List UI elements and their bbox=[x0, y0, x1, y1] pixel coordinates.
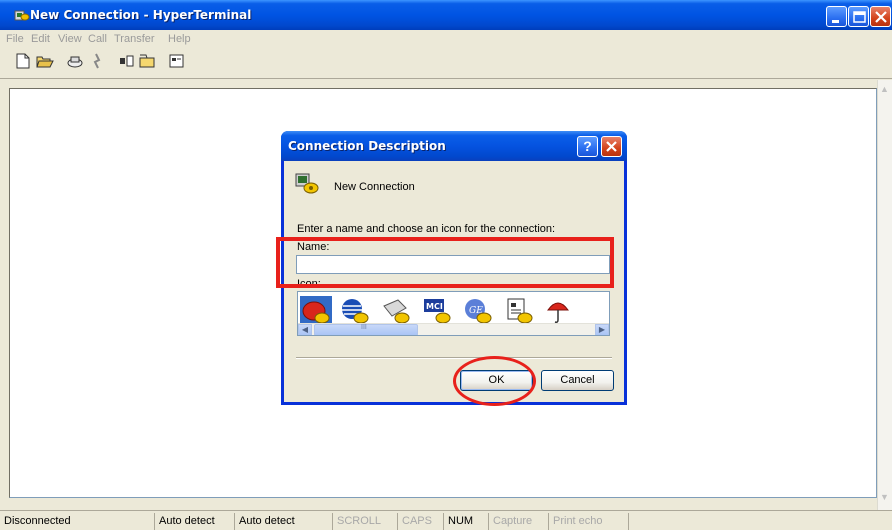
minimize-button[interactable] bbox=[826, 6, 847, 27]
window-title: New Connection - HyperTerminal bbox=[30, 8, 252, 22]
title-bar: New Connection - HyperTerminal bbox=[0, 0, 892, 30]
icon-list-scrollbar[interactable]: ◀ III ▶ bbox=[298, 323, 609, 335]
status-capture: Capture bbox=[488, 513, 532, 530]
properties-icon[interactable] bbox=[168, 52, 186, 70]
open-icon[interactable] bbox=[36, 52, 54, 70]
toolbar bbox=[0, 50, 892, 74]
disconnect-icon[interactable] bbox=[88, 52, 106, 70]
connection-name-text: New Connection bbox=[334, 181, 415, 193]
close-icon bbox=[875, 11, 887, 23]
icon-list[interactable]: MCI GE ◀ III ▶ bbox=[297, 291, 610, 336]
close-button[interactable] bbox=[870, 6, 891, 27]
menu-call[interactable]: Call bbox=[88, 33, 107, 45]
status-print-echo: Print echo bbox=[548, 513, 603, 530]
toolbar-divider bbox=[0, 78, 892, 79]
document-icon[interactable] bbox=[503, 296, 535, 326]
globe-icon[interactable] bbox=[339, 296, 371, 326]
send-icon[interactable] bbox=[118, 52, 136, 70]
dialog-divider bbox=[296, 357, 612, 359]
menu-file[interactable]: File bbox=[6, 33, 24, 45]
dialog-title: Connection Description bbox=[288, 139, 446, 153]
help-button[interactable]: ? bbox=[577, 136, 598, 157]
status-detect-1: Auto detect bbox=[154, 513, 215, 530]
status-num: NUM bbox=[443, 513, 473, 530]
annotation-highlight-ok bbox=[453, 356, 536, 406]
menu-bar: File Edit View Call Transfer Help bbox=[0, 30, 892, 48]
connection-icon bbox=[295, 173, 319, 194]
dialog-close-button[interactable] bbox=[601, 136, 622, 157]
connect-icon[interactable] bbox=[66, 52, 84, 70]
minimize-icon bbox=[832, 20, 839, 23]
scroll-up-icon[interactable]: ▲ bbox=[880, 84, 889, 94]
status-scroll: SCROLL bbox=[332, 513, 381, 530]
status-empty-pane bbox=[628, 513, 633, 530]
maximize-icon bbox=[853, 11, 866, 23]
status-caps: CAPS bbox=[397, 513, 432, 530]
dialog-title-bar: Connection Description ? bbox=[281, 131, 627, 161]
status-bar: Disconnected Auto detect Auto detect SCR… bbox=[0, 510, 892, 530]
menu-view[interactable]: View bbox=[58, 33, 82, 45]
menu-transfer[interactable]: Transfer bbox=[114, 33, 155, 45]
scroll-grip: III bbox=[361, 324, 367, 331]
umbrella-icon[interactable] bbox=[544, 296, 576, 326]
cancel-button[interactable]: Cancel bbox=[541, 370, 614, 391]
phone-icon[interactable] bbox=[300, 296, 332, 326]
hyperterminal-app-icon bbox=[14, 10, 30, 21]
scroll-right-icon[interactable]: ▶ bbox=[595, 324, 609, 335]
menu-edit[interactable]: Edit bbox=[31, 33, 50, 45]
svg-text:MCI: MCI bbox=[426, 302, 443, 311]
annotation-highlight-name bbox=[276, 237, 614, 288]
maximize-button[interactable] bbox=[848, 6, 869, 27]
ge-icon[interactable]: GE bbox=[462, 296, 494, 326]
scroll-thumb[interactable]: III bbox=[314, 324, 418, 335]
help-icon: ? bbox=[583, 138, 592, 154]
close-icon bbox=[606, 141, 617, 152]
status-detect-2: Auto detect bbox=[234, 513, 295, 530]
scroll-left-icon[interactable]: ◀ bbox=[298, 324, 312, 335]
receive-icon[interactable] bbox=[138, 52, 156, 70]
menu-help[interactable]: Help bbox=[168, 33, 191, 45]
vertical-scrollbar[interactable]: ▲ ▼ bbox=[877, 80, 892, 510]
hyperterminal-window: New Connection - HyperTerminal File Edit… bbox=[0, 0, 892, 530]
scroll-down-icon[interactable]: ▼ bbox=[880, 492, 889, 502]
status-connection: Disconnected bbox=[4, 515, 71, 527]
new-icon[interactable] bbox=[14, 52, 32, 70]
printer-icon[interactable] bbox=[380, 296, 412, 326]
mci-icon[interactable]: MCI bbox=[421, 296, 453, 326]
dialog-prompt: Enter a name and choose an icon for the … bbox=[297, 223, 556, 235]
